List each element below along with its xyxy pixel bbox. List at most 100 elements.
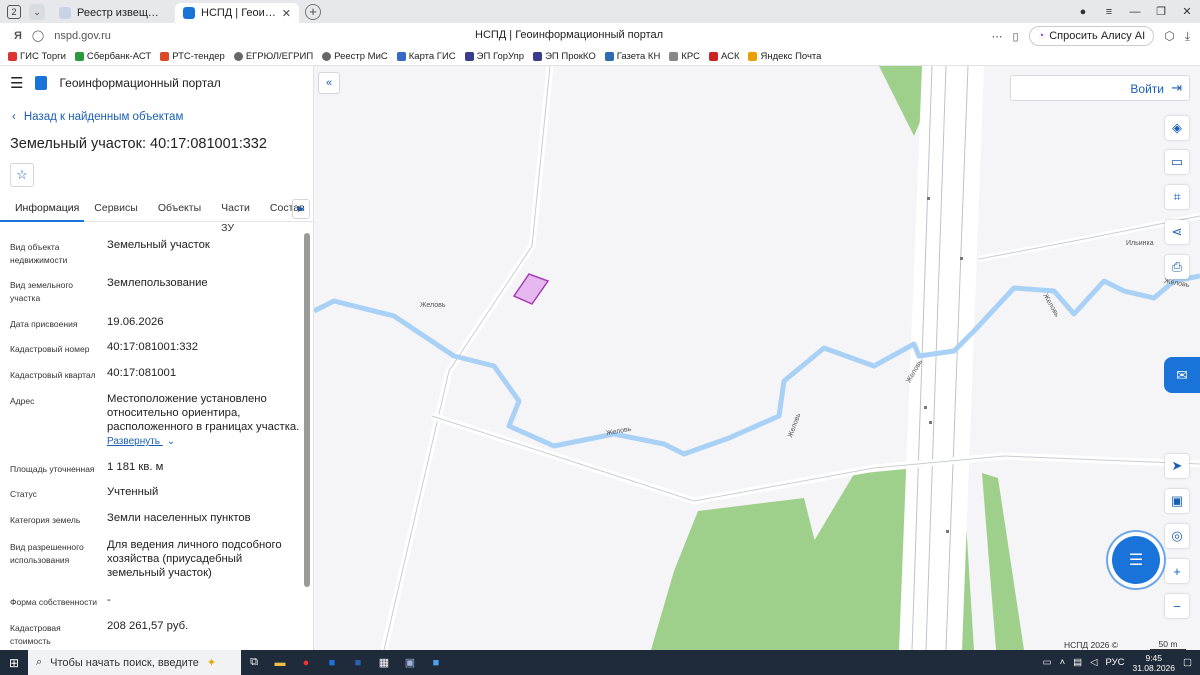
attribute-label: Вид земельного участка — [10, 280, 74, 303]
bookmark-item[interactable]: АСК — [708, 51, 739, 62]
ask-alisa-button[interactable]: ◔ Спросить Алису AI — [1028, 26, 1155, 46]
attribute-list: Вид объекта недвижимости Земельный участ… — [0, 232, 302, 650]
bookmark-item[interactable]: ЭП ПрокКО — [533, 51, 596, 62]
bookmark-icon[interactable]: ▯ — [1013, 30, 1019, 43]
chevron-down-icon[interactable]: ⌄ — [29, 3, 45, 20]
bookmark-item[interactable]: РТС-тендер — [160, 51, 225, 62]
map-point — [946, 530, 949, 533]
calculator-icon[interactable]: ▦ — [371, 650, 397, 675]
bookmark-item[interactable]: Газета КН — [604, 51, 660, 62]
star-icon: ☆ — [16, 167, 28, 182]
close-window-icon[interactable]: ✕ — [1174, 5, 1200, 18]
shield-icon[interactable]: ◯ — [32, 29, 44, 42]
bookmark-favicon-icon — [160, 52, 170, 61]
address-field[interactable]: Я ◯ nspd.gov.ru — [14, 29, 111, 43]
tab-count-badge[interactable]: 2 — [7, 4, 21, 19]
login-button[interactable]: Войти ⇥ — [1010, 75, 1190, 101]
tab-information[interactable]: Информация — [0, 198, 85, 222]
bookmark-item[interactable]: Карта ГИС — [396, 51, 456, 62]
task-view-icon[interactable]: ⧉ — [241, 650, 267, 675]
browser-tab-registry[interactable]: Реестр извещений — [51, 3, 169, 23]
tab-objects[interactable]: Объекты — [148, 198, 211, 222]
tab-services[interactable]: Сервисы — [84, 198, 148, 222]
bookmark-item[interactable]: КРС — [669, 51, 700, 62]
map-view[interactable]: Желовь Ильинка Желовь Желовь Желовь Жело… — [314, 66, 1200, 650]
tray-chevron-icon[interactable]: ˄ — [1060, 657, 1066, 668]
hamburger-menu-icon[interactable]: ☰ — [10, 74, 23, 92]
volume-icon[interactable]: ◁ — [1090, 657, 1097, 668]
select-area-icon: ⌗ — [1173, 189, 1181, 204]
bookmark-favicon-icon — [604, 52, 614, 61]
profile-icon[interactable]: ● — [1070, 6, 1096, 18]
print-icon: ⎙ — [1171, 259, 1183, 274]
land-parcel — [512, 273, 550, 305]
bookmarks-bar: ГИС Торги Сбербанк-АСТ РТС-тендер ЕГРЮЛ/… — [0, 48, 1200, 66]
map-canvas[interactable] — [314, 66, 1200, 650]
bookmark-item[interactable]: ГИС Торги — [8, 51, 66, 62]
locate-button[interactable]: ◎ — [1165, 524, 1189, 548]
file-explorer-icon[interactable]: ▬ — [267, 650, 293, 675]
attribute-value: 19.06.2026 — [107, 316, 164, 328]
extensions-icon[interactable]: ⬡ — [1164, 29, 1174, 43]
new-tab-button[interactable]: + — [305, 3, 321, 20]
notifications-icon[interactable]: ▢ — [1183, 657, 1192, 668]
zoom-out-button[interactable]: − — [1165, 594, 1189, 618]
select-area-button[interactable]: ⌗ — [1165, 185, 1189, 209]
minimize-icon[interactable]: — — [1122, 6, 1148, 18]
menu-icon[interactable]: ≡ — [1096, 6, 1122, 18]
portal-logo-icon — [35, 76, 48, 90]
windows-start-icon[interactable]: ⊞ — [0, 656, 28, 670]
app-icon[interactable]: ■ — [423, 650, 449, 675]
attribute-value: 40:17:081001:332 — [107, 341, 199, 353]
collapse-panel-button[interactable]: « — [318, 72, 340, 94]
clock-date: 31.08.2026 — [1132, 662, 1176, 673]
tab-parts[interactable]: Части ЗУ — [211, 198, 260, 234]
word-icon[interactable]: ■ — [345, 650, 371, 675]
restore-icon[interactable]: ❐ — [1148, 5, 1174, 18]
taskbar-clock[interactable]: 9:45 31.08.2026 — [1132, 653, 1175, 673]
yandex-icon[interactable]: Я — [14, 30, 22, 42]
bookmark-item[interactable]: ЭП ГорУпр — [464, 51, 524, 62]
tabs-scroll-right-button[interactable]: ▶ — [292, 199, 310, 219]
close-icon[interactable]: ✕ — [282, 7, 291, 20]
outlook-icon[interactable]: ■ — [319, 650, 345, 675]
attribute-value: 40:17:081001 — [107, 367, 177, 379]
bookmark-item[interactable]: Сбербанк-АСТ — [74, 51, 151, 62]
back-to-results-link[interactable]: ‹ Назад к найденным объектам — [12, 111, 183, 123]
chat-assistant-button[interactable]: ☰ — [1112, 536, 1160, 584]
browser-tab-nspd[interactable]: НСПД | Геоинформационный портал ✕ — [175, 3, 299, 23]
scroll-thumb[interactable] — [304, 233, 310, 587]
language-indicator[interactable]: РУС — [1105, 657, 1124, 668]
measure-button[interactable]: ▭ — [1165, 150, 1189, 174]
layers-button[interactable]: ◈ — [1165, 116, 1189, 140]
attribute-label: Адрес — [10, 396, 35, 406]
bookmark-favicon-icon — [233, 52, 243, 61]
bookmark-item[interactable]: Яндекс Почта — [748, 51, 821, 62]
download-icon[interactable]: ⤓ — [1185, 29, 1190, 44]
more-icon[interactable]: ⋯ — [992, 30, 1003, 43]
tray-app-icon[interactable]: ▭ — [1043, 657, 1052, 668]
map-point — [924, 406, 927, 409]
attribute-label: Вид разрешенного использования — [10, 542, 84, 565]
zoom-in-button[interactable]: + — [1165, 559, 1189, 583]
side-widget-button[interactable]: ✉ — [1164, 357, 1200, 393]
photo-app-icon[interactable]: ▣ — [397, 650, 423, 675]
share-button[interactable]: ⋖ — [1165, 220, 1189, 244]
taskbar-search[interactable]: ⌕ Чтобы начать поиск, введите ✦ — [28, 650, 241, 675]
caret-right-icon: ▶ — [297, 204, 305, 213]
network-icon[interactable]: ▤ — [1073, 657, 1082, 668]
yandex-browser-icon[interactable]: ● — [293, 650, 319, 675]
navigate-button[interactable]: ➤ — [1165, 454, 1189, 478]
village-label: Желовь — [420, 302, 446, 309]
river — [314, 273, 1200, 457]
expand-address-link[interactable]: Развернуть ⌄ — [107, 436, 175, 447]
bookmark-item[interactable]: Реестр МиС — [322, 51, 388, 62]
basemap-button[interactable]: ▣ — [1165, 489, 1189, 513]
attribute-value: Для ведения личного подсобного хозяйства… — [107, 539, 282, 579]
panel-scrollbar[interactable] — [304, 233, 310, 645]
chat-icon: ☰ — [1128, 552, 1144, 569]
chevron-left-icon: ‹ — [12, 111, 16, 123]
favorite-button[interactable]: ☆ — [10, 163, 34, 187]
bookmark-item[interactable]: ЕГРЮЛ/ЕГРИП — [233, 51, 313, 62]
print-button[interactable]: ⎙ — [1165, 255, 1189, 279]
